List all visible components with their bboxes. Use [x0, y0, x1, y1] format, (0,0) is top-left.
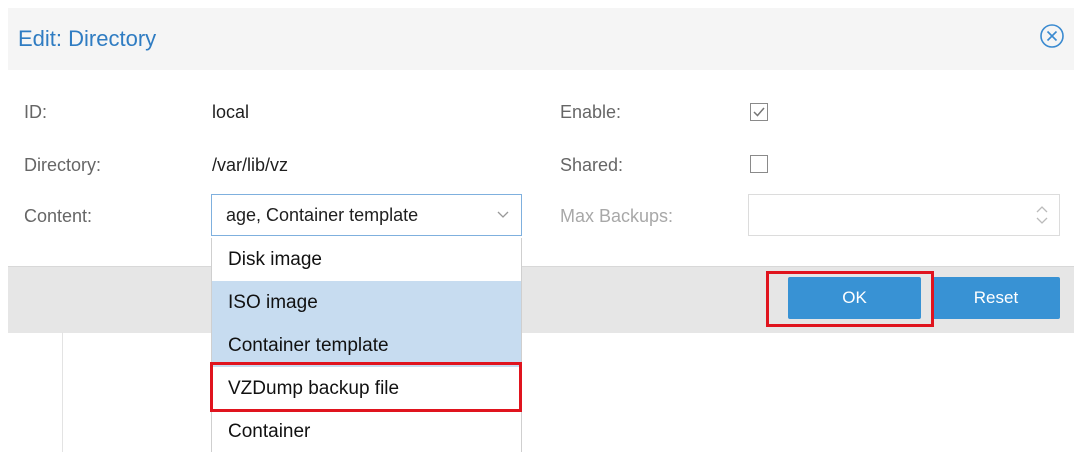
vzdump-option-highlight	[210, 362, 522, 412]
dialog-title: Edit: Directory	[18, 26, 157, 51]
content-dropdown-list: Disk image ISO image Container template …	[211, 238, 522, 452]
max-backups-input[interactable]	[748, 194, 1060, 236]
close-icon[interactable]	[1038, 22, 1066, 50]
shared-label: Shared:	[560, 155, 624, 175]
ok-button-highlight	[766, 271, 934, 327]
content-label: Content:	[24, 206, 93, 226]
id-value: local	[212, 102, 250, 122]
option-disk-image[interactable]: Disk image	[212, 238, 521, 281]
option-container[interactable]: Container	[212, 410, 521, 452]
directory-value: /var/lib/vz	[212, 155, 289, 175]
shared-checkbox[interactable]	[750, 155, 768, 173]
option-container-template[interactable]: Container template	[212, 324, 521, 367]
enable-checkbox[interactable]	[750, 103, 768, 121]
check-icon	[753, 107, 765, 117]
content-combobox-value: age, Container template	[226, 205, 419, 225]
id-label: ID:	[24, 102, 48, 122]
enable-label: Enable:	[560, 102, 622, 122]
spinner-arrows-icon[interactable]	[1035, 203, 1049, 227]
max-backups-label: Max Backups:	[560, 206, 674, 226]
content-combobox[interactable]: age, Container template	[211, 194, 522, 236]
reset-button[interactable]: Reset	[932, 277, 1060, 319]
dialog-header: Edit: Directory	[8, 8, 1074, 70]
chevron-down-icon[interactable]	[497, 211, 509, 219]
option-iso-image[interactable]: ISO image	[212, 281, 521, 324]
background-divider	[62, 332, 63, 452]
directory-label: Directory:	[24, 155, 102, 175]
